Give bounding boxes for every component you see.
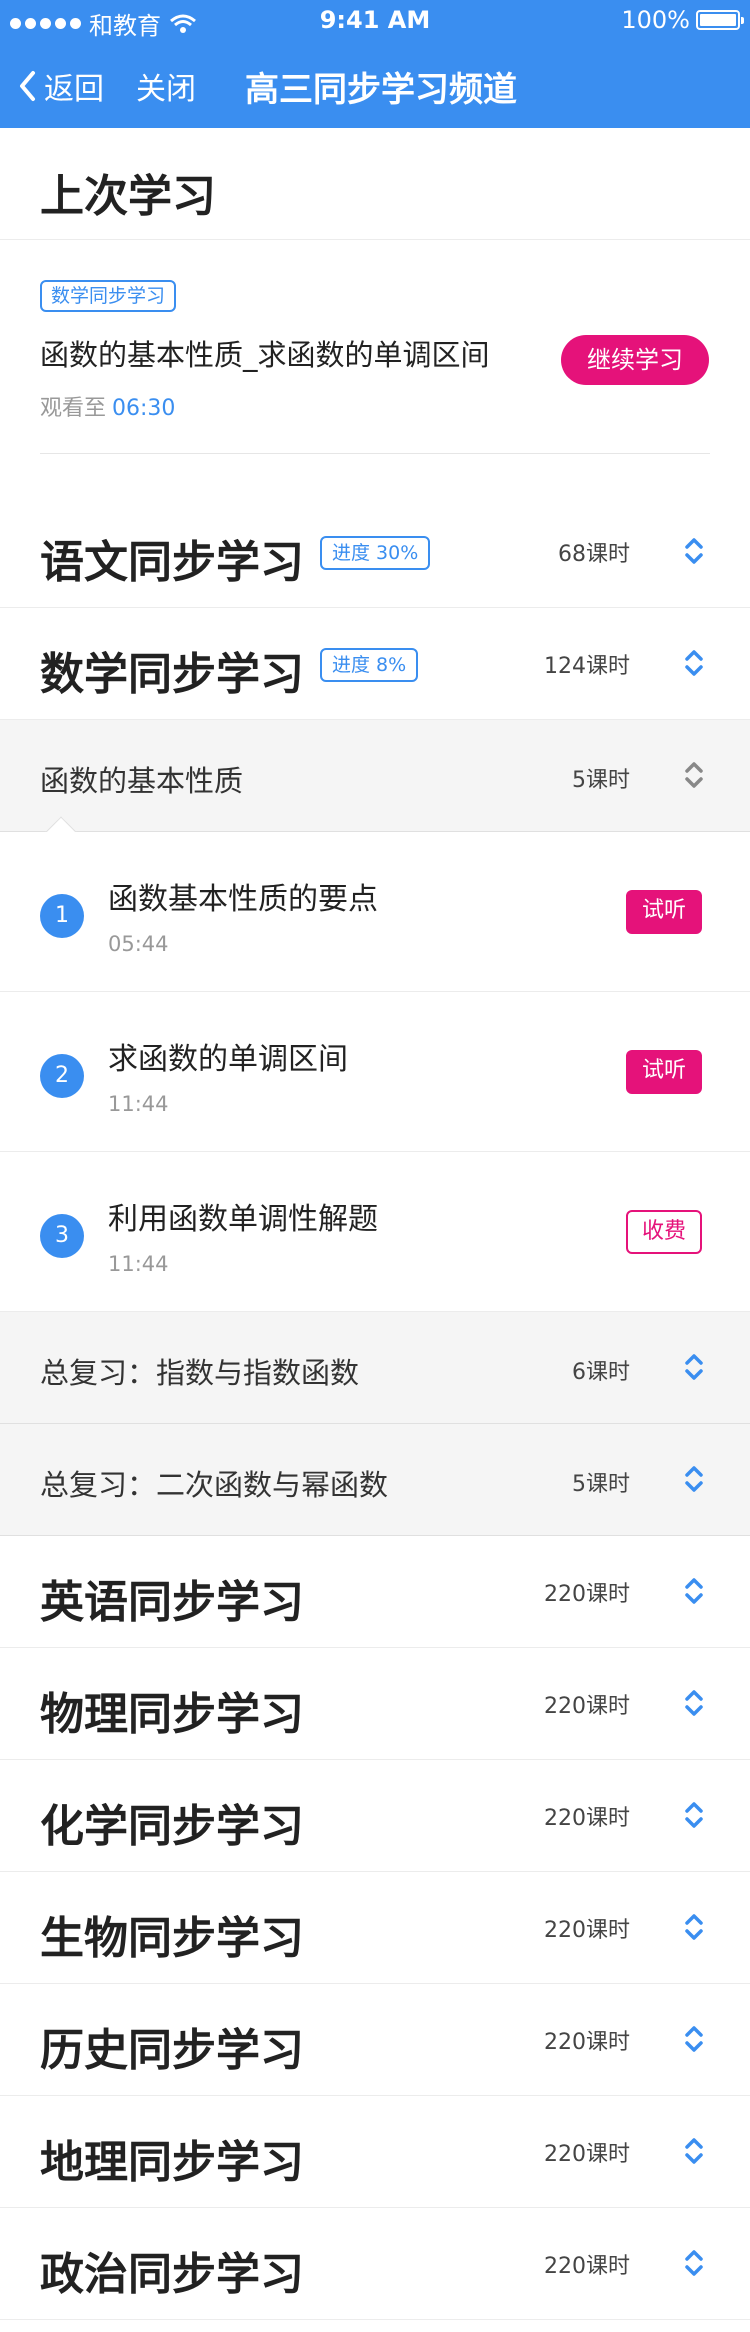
divider — [40, 453, 710, 454]
up-down-chevron-icon[interactable] — [684, 1352, 704, 1382]
up-down-chevron-icon[interactable] — [684, 2248, 704, 2278]
subject-row-chemistry[interactable]: 化学同步学习 220课时 — [0, 1760, 750, 1872]
up-down-chevron-icon[interactable] — [684, 1688, 704, 1718]
subject-row-biology[interactable]: 生物同步学习 220课时 — [0, 1872, 750, 1984]
last-study-card[interactable]: 数学同步学习 函数的基本性质_求函数的单调区间 观看至 06:30 继续学习 — [0, 240, 750, 454]
up-down-chevron-icon[interactable] — [684, 760, 704, 790]
up-down-chevron-icon[interactable] — [684, 536, 704, 566]
watched-progress: 观看至 06:30 — [40, 390, 175, 422]
battery-icon — [696, 10, 744, 30]
top-bar: 和教育 9:41 AM 100% 返回 关闭 高三同步学习频道 — [0, 0, 750, 128]
back-label: 返回 — [44, 72, 104, 107]
subject-name: 生物同步学习 — [40, 1913, 304, 1964]
subject-name: 化学同步学习 — [40, 1801, 304, 1852]
lesson-duration: 11:44 — [108, 1092, 169, 1116]
lesson-row[interactable]: 2 求函数的单调区间 11:44 试听 — [0, 992, 750, 1152]
subject-hours: 220课时 — [544, 1582, 630, 1607]
progress-badge: 进度 8% — [320, 648, 419, 682]
subject-hours: 220课时 — [544, 1806, 630, 1831]
subject-name: 地理同步学习 — [40, 2137, 304, 2188]
subject-hours: 220课时 — [544, 1694, 630, 1719]
subject-name: 数学同步学习 — [40, 649, 304, 700]
up-down-chevron-icon[interactable] — [684, 1800, 704, 1830]
subject-row-geography[interactable]: 地理同步学习 220课时 — [0, 2096, 750, 2208]
subject-row-math[interactable]: 数学同步学习 进度 8% 124课时 — [0, 608, 750, 720]
subject-hours: 220课时 — [544, 2142, 630, 2167]
lesson-number: 3 — [40, 1214, 84, 1258]
watched-time: 06:30 — [112, 396, 176, 421]
trial-badge[interactable]: 试听 — [626, 890, 702, 934]
subject-hours: 220课时 — [544, 2030, 630, 2055]
lesson-row[interactable]: 3 利用函数单调性解题 11:44 收费 — [0, 1152, 750, 1312]
last-study-heading: 上次学习 — [40, 171, 216, 222]
subject-hours: 220课时 — [544, 2254, 630, 2279]
subject-hours: 220课时 — [544, 1918, 630, 1943]
continue-study-button[interactable]: 继续学习 — [561, 335, 709, 385]
lesson-duration: 11:44 — [108, 1252, 169, 1276]
subject-row-english[interactable]: 英语同步学习 220课时 — [0, 1536, 750, 1648]
trial-badge[interactable]: 试听 — [626, 1050, 702, 1094]
nav-bar: 返回 关闭 高三同步学习频道 — [0, 40, 750, 128]
chapter-hours: 5课时 — [572, 768, 630, 793]
lesson-title: 求函数的单调区间 — [108, 1042, 348, 1077]
chevron-left-icon — [20, 71, 35, 101]
lesson-number: 1 — [40, 894, 84, 938]
subject-hours: 68课时 — [558, 542, 630, 567]
lesson-title: 函数基本性质的要点 — [108, 882, 378, 917]
up-down-chevron-icon[interactable] — [684, 1464, 704, 1494]
chapter-row[interactable]: 总复习：指数与指数函数 6课时 — [0, 1312, 750, 1424]
chapter-name: 函数的基本性质 — [40, 764, 244, 798]
subject-row-chinese[interactable]: 语文同步学习 进度 30% 68课时 — [0, 496, 750, 608]
paid-badge[interactable]: 收费 — [626, 1210, 702, 1254]
subject-row-physics[interactable]: 物理同步学习 220课时 — [0, 1648, 750, 1760]
lesson-number: 2 — [40, 1054, 84, 1098]
chapter-hours: 6课时 — [572, 1360, 630, 1385]
status-bar: 和教育 9:41 AM 100% — [0, 0, 750, 40]
progress-badge: 进度 30% — [320, 536, 431, 570]
chapter-name: 总复习：二次函数与幂函数 — [40, 1468, 389, 1502]
last-lesson-title: 函数的基本性质_求函数的单调区间 — [40, 338, 490, 372]
battery-percent: 100% — [621, 6, 690, 34]
up-down-chevron-icon[interactable] — [684, 648, 704, 678]
lesson-row[interactable]: 1 函数基本性质的要点 05:44 试听 — [0, 832, 750, 992]
chapter-name: 总复习：指数与指数函数 — [40, 1356, 360, 1390]
watched-prefix: 观看至 — [40, 396, 107, 421]
subject-tag: 数学同步学习 — [40, 280, 177, 312]
chapter-row[interactable]: 总复习：二次函数与幂函数 5课时 — [0, 1424, 750, 1536]
page-title: 高三同步学习频道 — [245, 70, 517, 110]
subject-name: 语文同步学习 — [40, 537, 304, 588]
chapter-row-expanded[interactable]: 函数的基本性质 5课时 — [0, 720, 750, 848]
subject-hours: 124课时 — [544, 654, 630, 679]
subject-name: 物理同步学习 — [40, 1689, 304, 1740]
subject-row-politics[interactable]: 政治同步学习 220课时 — [0, 2208, 750, 2320]
up-down-chevron-icon[interactable] — [684, 1576, 704, 1606]
last-study-header: 上次学习 — [0, 128, 750, 240]
subject-name: 英语同步学习 — [40, 1577, 304, 1628]
up-down-chevron-icon[interactable] — [684, 1912, 704, 1942]
chapter-hours: 5课时 — [572, 1472, 630, 1497]
lesson-title: 利用函数单调性解题 — [108, 1202, 378, 1237]
lesson-duration: 05:44 — [108, 932, 169, 956]
close-button[interactable]: 关闭 — [136, 64, 196, 108]
subject-row-history[interactable]: 历史同步学习 220课时 — [0, 1984, 750, 2096]
back-button[interactable]: 返回 — [18, 64, 104, 108]
subject-name: 历史同步学习 — [40, 2025, 304, 2076]
subject-name: 政治同步学习 — [40, 2249, 304, 2300]
up-down-chevron-icon[interactable] — [684, 2136, 704, 2166]
up-down-chevron-icon[interactable] — [684, 2024, 704, 2054]
